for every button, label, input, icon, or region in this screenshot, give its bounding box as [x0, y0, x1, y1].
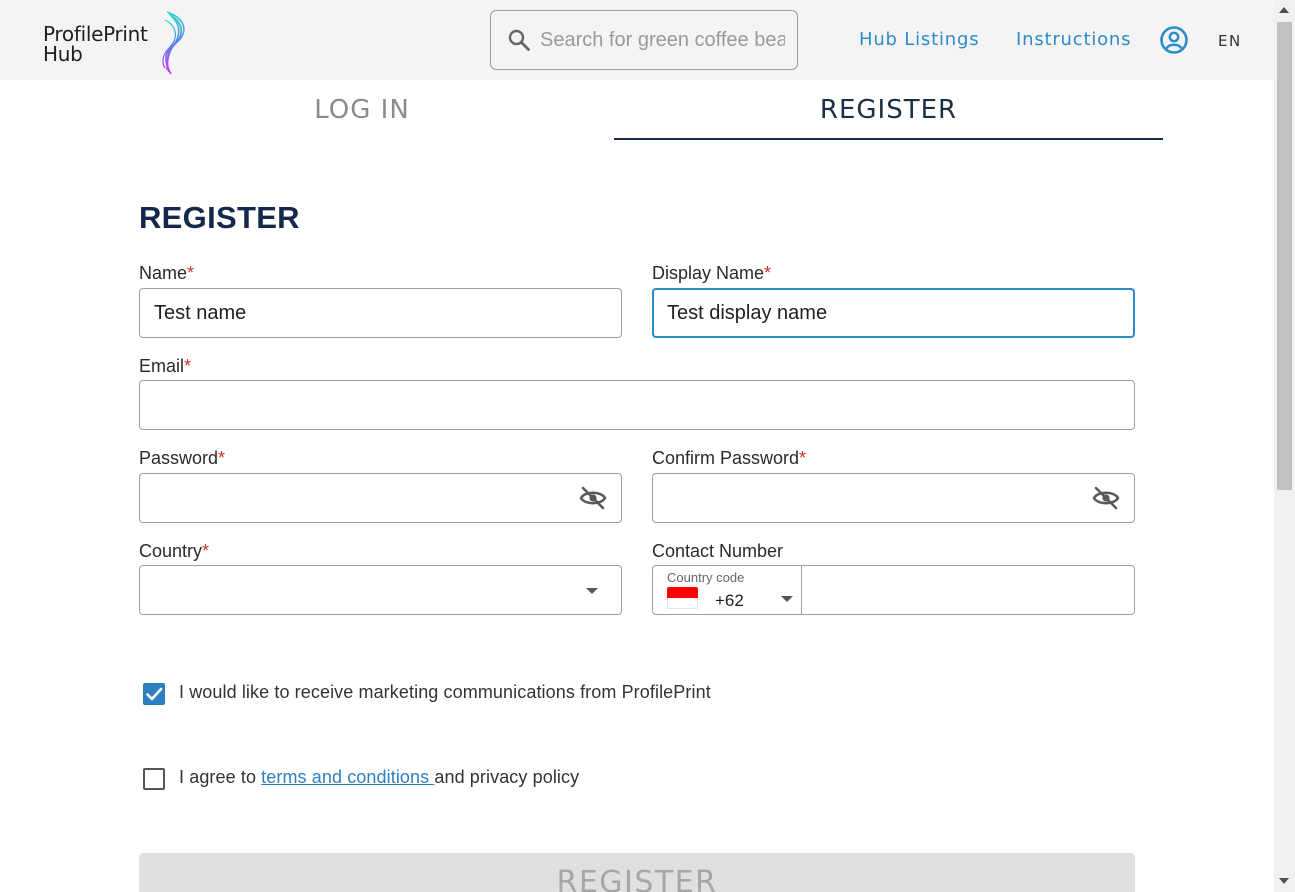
- password-field[interactable]: [139, 473, 622, 523]
- chevron-down-icon[interactable]: [586, 588, 598, 594]
- confirm-password-label: Confirm Password*: [652, 448, 806, 469]
- phone-number-field[interactable]: [801, 565, 1135, 615]
- required-marker: *: [184, 356, 192, 376]
- register-submit-button[interactable]: REGISTER: [139, 853, 1135, 892]
- logo-mark-icon: [162, 11, 185, 75]
- country-label-text: Country: [139, 541, 203, 561]
- confirm-password-label-text: Confirm Password: [652, 448, 800, 468]
- profileprint-hub-logo[interactable]: ProfilePrint Hub: [43, 10, 193, 76]
- name-field[interactable]: [139, 288, 622, 338]
- name-input[interactable]: [154, 289, 604, 337]
- display-name-input[interactable]: [667, 289, 1117, 337]
- marketing-label: I would like to receive marketing commun…: [179, 682, 711, 702]
- name-label: Name*: [139, 263, 194, 284]
- search-box[interactable]: [490, 10, 798, 70]
- required-marker: *: [202, 541, 210, 561]
- email-label-text: Email: [139, 356, 185, 376]
- top-header: ProfilePrint Hub Hub Listings Instructio…: [0, 0, 1274, 80]
- scroll-thumb[interactable]: [1277, 22, 1292, 490]
- required-marker: *: [799, 448, 807, 468]
- terms-prefix: I agree to: [179, 767, 262, 787]
- search-input[interactable]: [540, 23, 785, 57]
- required-marker: *: [764, 263, 772, 283]
- scroll-down-arrow-icon[interactable]: [1279, 878, 1289, 884]
- confirm-password-field[interactable]: [652, 473, 1135, 523]
- page-scrollbar[interactable]: [1274, 0, 1295, 892]
- name-label-text: Name: [139, 263, 188, 283]
- confirm-password-input[interactable]: [667, 474, 1077, 522]
- user-account-icon[interactable]: [1159, 25, 1189, 55]
- contact-number-label: Contact Number: [652, 541, 784, 561]
- logo-text: ProfilePrint Hub: [43, 24, 148, 64]
- chevron-down-icon[interactable]: [781, 596, 793, 602]
- nav-hub-listings[interactable]: Hub Listings: [859, 29, 979, 50]
- marketing-checkbox[interactable]: [143, 683, 165, 705]
- country-select[interactable]: [139, 565, 622, 615]
- country-code-label: Country code: [667, 570, 745, 585]
- eye-off-icon[interactable]: [1092, 486, 1120, 510]
- country-label: Country*: [139, 541, 209, 562]
- logo-line-1: ProfilePrint: [43, 22, 148, 46]
- tab-register[interactable]: REGISTER: [614, 80, 1163, 140]
- email-input[interactable]: [154, 381, 1114, 429]
- indonesia-flag-icon: [667, 587, 698, 609]
- check-icon: [146, 687, 163, 701]
- country-code-value: +62: [715, 591, 744, 610]
- password-input[interactable]: [154, 474, 564, 522]
- search-icon: [508, 29, 530, 51]
- language-selector[interactable]: EN: [1218, 32, 1242, 50]
- required-marker: *: [218, 448, 226, 468]
- display-name-label: Display Name*: [652, 263, 771, 284]
- password-label: Password*: [139, 448, 225, 469]
- display-name-label-text: Display Name: [652, 263, 765, 283]
- form-title: REGISTER: [139, 200, 300, 235]
- tab-login[interactable]: LOG IN: [139, 80, 585, 140]
- terms-checkbox[interactable]: [143, 768, 165, 790]
- required-marker: *: [187, 263, 195, 283]
- display-name-field[interactable]: [652, 288, 1135, 338]
- scroll-up-arrow-icon[interactable]: [1279, 7, 1289, 13]
- email-field[interactable]: [139, 380, 1135, 430]
- email-label: Email*: [139, 356, 191, 377]
- nav-instructions[interactable]: Instructions: [1016, 29, 1131, 50]
- country-code-select[interactable]: Country code +62: [652, 565, 802, 615]
- terms-label: I agree to terms and conditions and priv…: [179, 767, 579, 788]
- terms-suffix: and privacy policy: [434, 767, 580, 787]
- logo-line-2: Hub: [43, 42, 83, 66]
- terms-and-conditions-link[interactable]: terms and conditions: [261, 767, 434, 787]
- password-label-text: Password: [139, 448, 219, 468]
- eye-off-icon[interactable]: [579, 486, 607, 510]
- phone-number-input[interactable]: [814, 566, 1124, 614]
